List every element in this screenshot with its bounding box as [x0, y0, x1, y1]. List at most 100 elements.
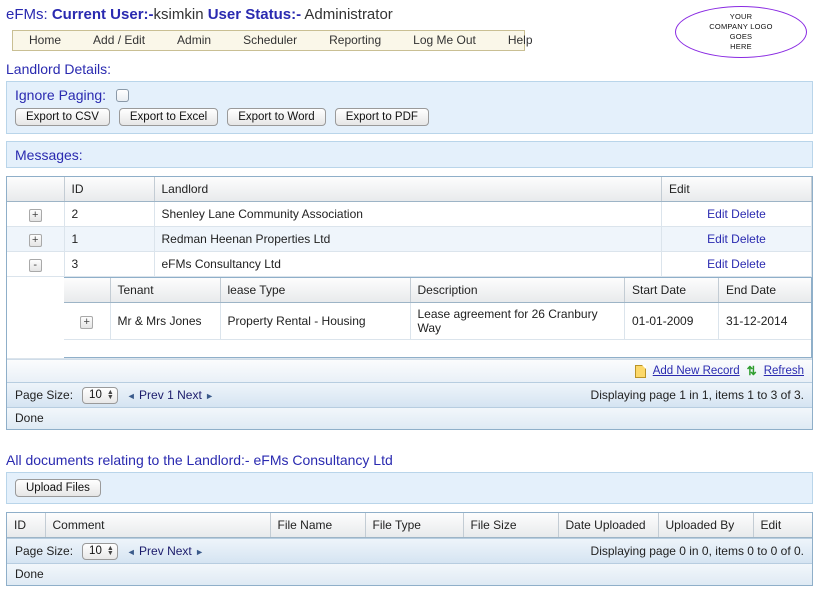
logo-line-4: HERE	[730, 42, 752, 51]
expanded-detail-row: Tenant lease Type Description Start Date…	[7, 276, 812, 359]
current-user-value: ksimkin	[153, 6, 204, 23]
current-user-label: Current User:-	[51, 6, 154, 23]
sub-col-start-date[interactable]: Start Date	[624, 278, 719, 303]
col-doc-file-type[interactable]: File Type	[365, 513, 464, 538]
nav-item-add-edit[interactable]: Add / Edit	[77, 31, 161, 50]
logo-line-2: COMPANY LOGO	[709, 22, 773, 31]
logo-line-3: GOES	[729, 32, 753, 41]
row-id: 3	[64, 251, 155, 277]
delete-link[interactable]: Delete	[731, 232, 766, 246]
stepper-arrows-icon: ▲ ▼	[106, 389, 114, 401]
doc-page-size-label: Page Size:	[15, 544, 74, 558]
edit-link[interactable]: Edit	[707, 257, 728, 271]
row-expander-cell: +	[7, 201, 65, 227]
tenant-table: Tenant lease Type Description Start Date…	[64, 278, 811, 340]
nav-item-home[interactable]: Home	[13, 31, 77, 50]
documents-table: ID Comment File Name File Type File Size…	[7, 513, 812, 538]
user-status-label: User Status:-	[207, 6, 302, 23]
expand-icon[interactable]: +	[80, 315, 94, 329]
user-status-value: Administrator	[304, 6, 393, 23]
export-to-pdf-button[interactable]: Export to PDF	[334, 108, 429, 126]
documents-grid: ID Comment File Name File Type File Size…	[6, 512, 813, 586]
export-to-csv-button[interactable]: Export to CSV	[15, 108, 110, 126]
col-landlord[interactable]: Landlord	[154, 177, 662, 202]
export-to-word-button[interactable]: Export to Word	[227, 108, 326, 126]
sub-col-end-date[interactable]: End Date	[718, 278, 811, 303]
nav-item-log-me-out[interactable]: Log Me Out	[397, 31, 492, 50]
table-row[interactable]: + 1 Redman Heenan Properties Ltd Edit De…	[7, 226, 812, 252]
next-arrow-icon: ►	[205, 391, 215, 401]
row-edit-cell: Edit Delete	[661, 251, 812, 277]
landlord-grid: ID Landlord Edit + 2 Shenley Lane Commun…	[6, 176, 813, 430]
col-doc-id[interactable]: ID	[7, 513, 46, 538]
sub-col-lease-type[interactable]: lease Type	[220, 278, 411, 303]
sub-row-expander-cell: +	[64, 302, 111, 340]
ignore-paging-checkbox[interactable]	[116, 88, 130, 102]
col-id[interactable]: ID	[64, 177, 155, 202]
upload-files-button[interactable]: Upload Files	[15, 479, 101, 497]
edit-link[interactable]: Edit	[707, 232, 728, 246]
refresh-icon: ⇅	[746, 364, 757, 378]
pager-nav-links: ◄ Prev 1 Next ►	[127, 388, 214, 402]
prev-page-link[interactable]: Prev	[139, 388, 164, 402]
ignore-paging-label: Ignore Paging:	[15, 87, 107, 103]
documents-pager: Page Size: 10 ▲ ▼ ◄ Prev Next ► Displayin…	[7, 538, 812, 563]
table-row[interactable]: - 3 eFMs Consultancy Ltd Edit Delete	[7, 251, 812, 277]
expand-icon[interactable]: +	[28, 208, 42, 222]
stepper-arrows-icon: ▲ ▼	[106, 545, 114, 557]
sub-row-end-date: 31-12-2014	[718, 302, 811, 340]
page-size-select[interactable]: 10 ▲ ▼	[82, 386, 118, 404]
doc-page-size-value: 10	[89, 545, 102, 557]
nav-item-admin[interactable]: Admin	[161, 31, 227, 50]
landlord-pager-status: Displaying page 1 in 1, items 1 to 3 of …	[590, 388, 804, 402]
landlord-header-row: ID Landlord Edit	[7, 177, 812, 202]
ignore-paging-row: Ignore Paging:	[7, 82, 812, 104]
main-nav: Home Add / Edit Admin Scheduler Reportin…	[12, 30, 533, 51]
refresh-link[interactable]: Refresh	[764, 365, 804, 377]
next-page-link[interactable]: Next	[177, 388, 202, 402]
messages-panel: Messages:	[6, 141, 813, 168]
export-button-row: Export to CSV Export to Excel Export to …	[7, 104, 812, 133]
doc-page-size-select[interactable]: 10 ▲ ▼	[82, 542, 118, 560]
delete-link[interactable]: Delete	[731, 207, 766, 221]
next-arrow-icon: ►	[195, 547, 205, 557]
collapse-icon[interactable]: -	[28, 258, 42, 272]
edit-link[interactable]: Edit	[707, 207, 728, 221]
sub-row-start-date: 01-01-2009	[624, 302, 719, 340]
page-root: eFMs: Current User:-ksimkin User Status:…	[0, 0, 819, 595]
col-doc-file-name[interactable]: File Name	[270, 513, 366, 538]
table-row[interactable]: + Mr & Mrs Jones Property Rental - Housi…	[64, 302, 811, 340]
expand-icon[interactable]: +	[28, 233, 42, 247]
subgrid-footer-spacer	[64, 340, 811, 357]
doc-next-page-link[interactable]: Next	[167, 544, 192, 558]
delete-link[interactable]: Delete	[731, 257, 766, 271]
add-new-record-link[interactable]: Add New Record	[653, 365, 740, 377]
pager-left-group: Page Size: 10 ▲ ▼ ◄ Prev 1 Next ►	[15, 386, 214, 404]
documents-pager-nav-links: ◄ Prev Next ►	[127, 544, 204, 558]
col-doc-comment[interactable]: Comment	[45, 513, 271, 538]
app-name: eFMs:	[6, 6, 48, 23]
sub-col-tenant[interactable]: Tenant	[110, 278, 221, 303]
page-header: eFMs: Current User:-ksimkin User Status:…	[0, 0, 819, 58]
company-logo-placeholder: YOUR COMPANY LOGO GOES HERE	[675, 6, 807, 58]
nav-item-scheduler[interactable]: Scheduler	[227, 31, 313, 50]
row-edit-cell: Edit Delete	[661, 201, 812, 227]
nav-item-help[interactable]: Help	[492, 31, 549, 50]
messages-label: Messages:	[15, 147, 83, 163]
nav-item-reporting[interactable]: Reporting	[313, 31, 397, 50]
table-row[interactable]: + 2 Shenley Lane Community Association E…	[7, 201, 812, 227]
row-landlord: eFMs Consultancy Ltd	[154, 251, 662, 277]
row-edit-cell: Edit Delete	[661, 226, 812, 252]
documents-pager-left-group: Page Size: 10 ▲ ▼ ◄ Prev Next ►	[15, 542, 204, 560]
tenant-header-row: Tenant lease Type Description Start Date…	[64, 278, 811, 303]
col-doc-file-size[interactable]: File Size	[463, 513, 559, 538]
documents-status-done: Done	[7, 563, 812, 585]
col-doc-date-uploaded[interactable]: Date Uploaded	[558, 513, 659, 538]
doc-prev-page-link[interactable]: Prev	[139, 544, 164, 558]
page-icon	[634, 364, 646, 378]
export-to-excel-button[interactable]: Export to Excel	[118, 108, 219, 126]
col-doc-uploaded-by[interactable]: Uploaded By	[658, 513, 754, 538]
page-size-value: 10	[89, 389, 102, 401]
page-number-link[interactable]: 1	[167, 388, 174, 402]
sub-col-description[interactable]: Description	[410, 278, 625, 303]
